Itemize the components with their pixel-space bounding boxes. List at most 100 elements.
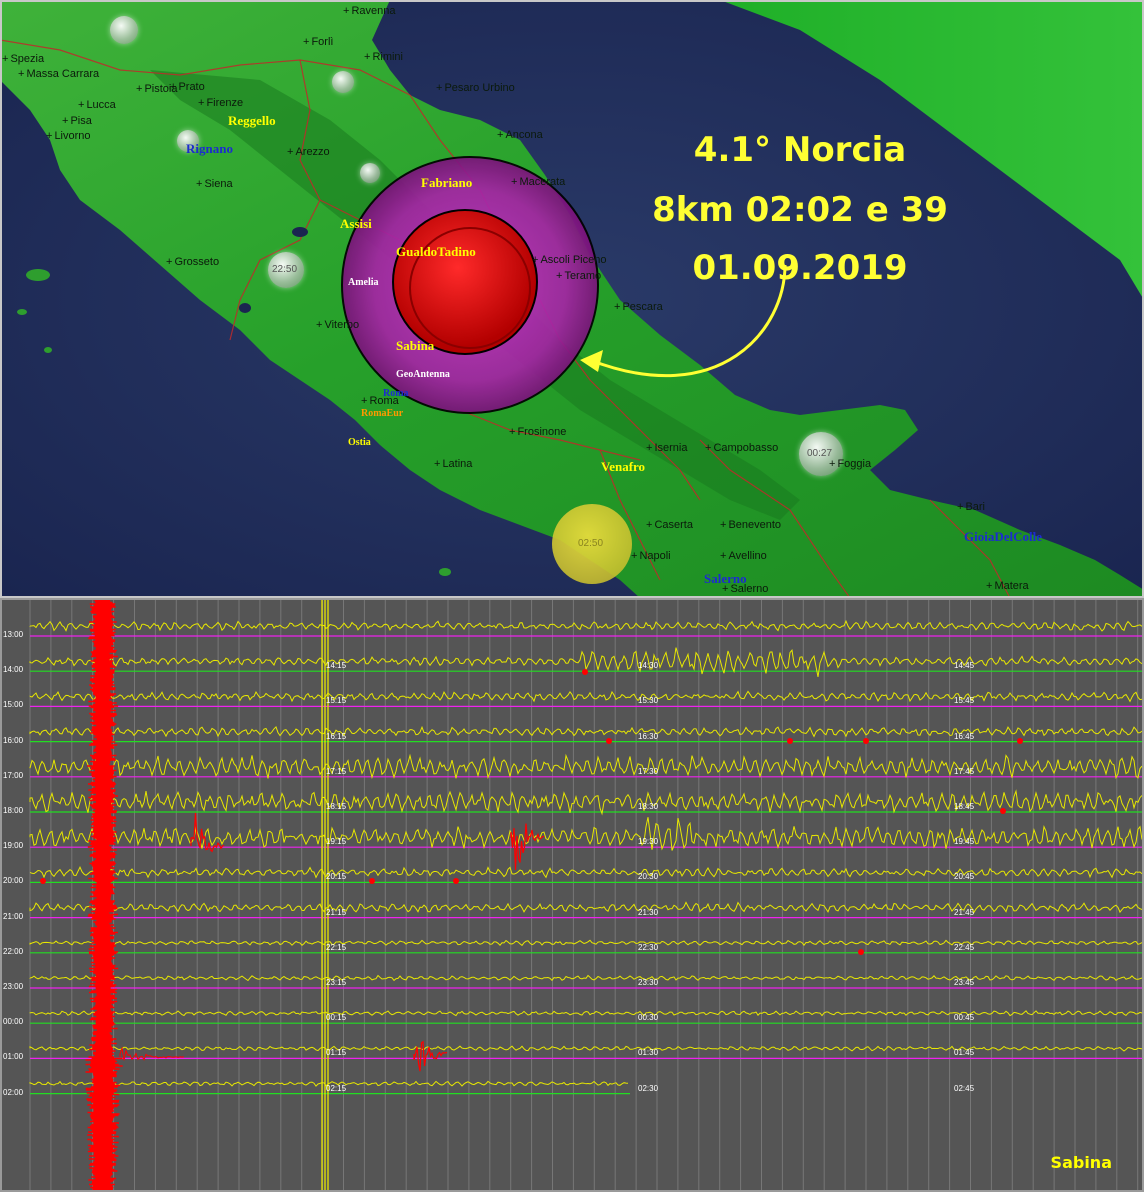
minute-label: 17:45: [954, 766, 975, 776]
minute-label: 16:45: [954, 731, 975, 741]
minute-label: 18:30: [638, 802, 659, 811]
minute-label: 18:45: [954, 802, 975, 811]
minute-label: 01:30: [638, 1048, 659, 1058]
city-label: Forlì: [303, 36, 333, 48]
station-label[interactable]: Reggello: [228, 114, 276, 128]
station-label[interactable]: Ostia: [348, 436, 371, 450]
minute-label: 00:30: [638, 1013, 659, 1023]
hour-label: 20:00: [3, 876, 24, 886]
hour-label: 13:00: [3, 630, 24, 639]
city-label: Caserta: [646, 519, 693, 531]
event-marker: [453, 878, 459, 884]
minute-label: 15:45: [954, 696, 975, 706]
city-label: Spezia: [2, 53, 44, 65]
quake-event: [413, 1040, 448, 1072]
station-label[interactable]: Salerno: [704, 572, 747, 586]
city-label: Isernia: [646, 442, 687, 454]
quake-title-magnitude: 4.1° Norcia: [693, 130, 907, 170]
minute-label: 16:15: [326, 731, 347, 741]
station-label[interactable]: GioiaDelColle: [964, 530, 1042, 544]
earthquake-map[interactable]: 22:5000:2702:0202:50 RavennaForlìRiminiS…: [0, 0, 1144, 598]
quake-title-depth-time: 8km 02:02 e 39: [652, 190, 948, 230]
minute-label: 22:15: [326, 942, 347, 952]
quake-event: [190, 812, 225, 853]
minute-label: 23:15: [326, 978, 347, 987]
city-label: Bari: [957, 501, 985, 513]
minute-label: 01:15: [326, 1048, 347, 1058]
city-label: Foggia: [829, 458, 871, 470]
station-label[interactable]: GualdoTadino: [396, 245, 476, 259]
event-marker: [40, 878, 46, 884]
event-marker: [858, 949, 864, 955]
city-label: Firenze: [198, 97, 243, 109]
hour-label: 21:00: [3, 911, 24, 921]
event-marker: [1017, 738, 1023, 744]
minute-label: 00:15: [326, 1013, 347, 1023]
city-label: Livorno: [46, 130, 90, 142]
minute-label: 22:45: [954, 942, 975, 952]
city-label: Pescara: [614, 301, 662, 313]
minute-label: 22:30: [638, 942, 659, 952]
station-label[interactable]: RomaEur: [361, 407, 403, 421]
minute-label: 00:45: [954, 1013, 975, 1023]
hour-label: 19:00: [3, 841, 24, 851]
minute-label: 23:30: [638, 978, 659, 987]
city-label: Pistoia: [136, 83, 177, 95]
event-marker: [863, 738, 869, 744]
station-label[interactable]: Venafro: [601, 460, 645, 474]
station-label[interactable]: Fabriano: [421, 176, 472, 190]
minute-label: 17:30: [638, 766, 659, 776]
minute-label: 01:45: [954, 1048, 975, 1058]
city-label: Macerata: [511, 176, 565, 188]
minute-label: 02:30: [638, 1083, 659, 1093]
minute-label: 21:45: [954, 907, 975, 917]
city-label: Lucca: [78, 99, 115, 111]
city-label: Ancona: [497, 129, 542, 141]
station-label[interactable]: Rignano: [186, 142, 233, 156]
quake-title-date: 01.09.2019: [692, 248, 908, 288]
seismogram-panel[interactable]: 13:00 14:00 15:00 16:00 17:00 18:00 19:00 20:00…: [0, 598, 1144, 1192]
hour-label: 15:00: [3, 700, 24, 710]
city-label: Latina: [434, 458, 472, 470]
minute-label: 21:30: [638, 907, 659, 917]
city-label: Viterbo: [316, 319, 359, 331]
city-label: Pisa: [62, 115, 91, 127]
city-label: Massa Carrara: [18, 68, 99, 80]
hour-label: 01:00: [3, 1052, 24, 1062]
hour-label: 17:00: [3, 770, 24, 780]
minute-label: 15:15: [326, 696, 347, 706]
hour-label: 02:00: [3, 1087, 24, 1097]
station-label[interactable]: Assisi: [340, 217, 372, 231]
hour-label: 23:00: [3, 982, 24, 991]
seismogram-station-name: Sabina: [1050, 1153, 1112, 1172]
minute-label: 20:30: [638, 872, 659, 882]
event-marker: [787, 738, 793, 744]
minute-label: 20:45: [954, 872, 975, 882]
screen: 22:5000:2702:0202:50 RavennaForlìRiminiS…: [0, 0, 1144, 1192]
minute-label: 18:15: [326, 802, 347, 811]
minute-label: 14:30: [638, 661, 659, 671]
minute-label: 14:45: [954, 661, 975, 671]
main-quake-signal: [85, 598, 123, 1192]
station-label[interactable]: Roma: [383, 387, 409, 401]
event-marker: [369, 878, 375, 884]
minute-label: 02:45: [954, 1083, 975, 1093]
hour-label: 14:00: [3, 665, 24, 675]
hour-label: 00:00: [3, 1017, 24, 1027]
station-label[interactable]: Sabina: [396, 339, 434, 353]
event-marker: [1000, 808, 1006, 814]
city-label: Arezzo: [287, 146, 329, 158]
station-label[interactable]: Amelia: [348, 276, 379, 290]
minute-label: 19:30: [638, 837, 659, 847]
city-label: Rimini: [364, 51, 403, 63]
minute-label: 20:15: [326, 872, 347, 882]
seismogram-canvas: [29, 598, 1144, 1192]
city-label: Benevento: [720, 519, 781, 531]
station-label[interactable]: GeoAntenna: [396, 368, 450, 382]
city-label: Siena: [196, 178, 232, 190]
minute-label: 14:15: [326, 661, 347, 671]
city-label: Avellino: [720, 550, 766, 562]
minute-label: 15:30: [638, 696, 659, 706]
minute-label: 23:45: [954, 978, 975, 987]
minute-label: 16:30: [638, 731, 659, 741]
